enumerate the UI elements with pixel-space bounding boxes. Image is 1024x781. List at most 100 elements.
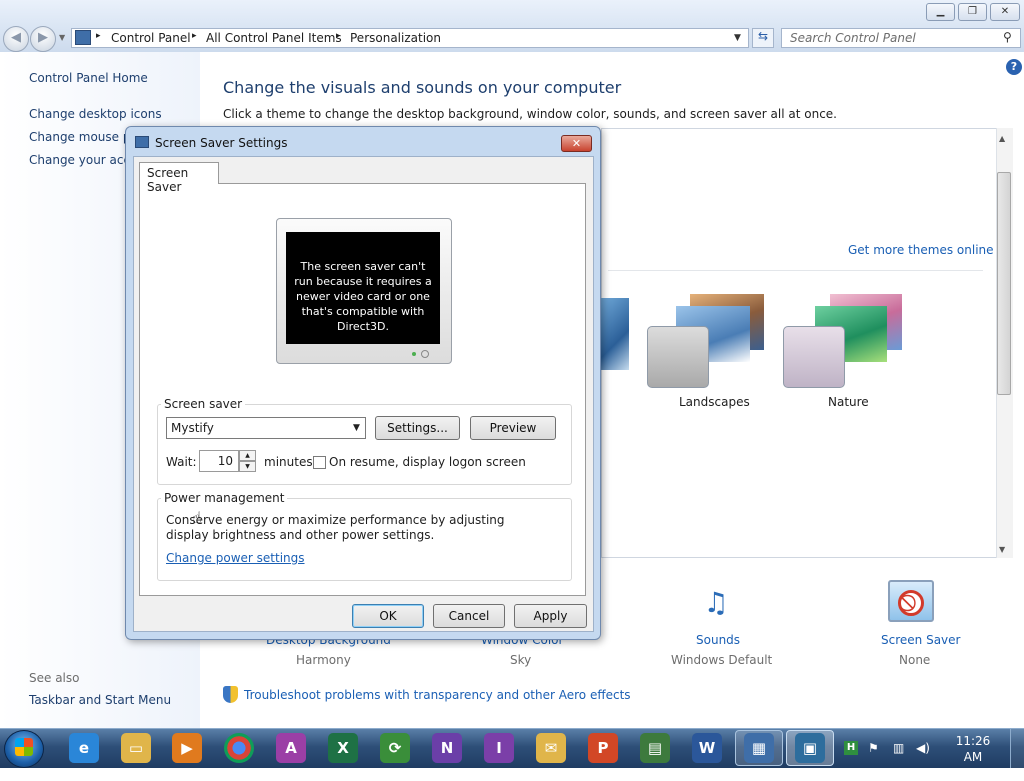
volume-icon[interactable]: ◀) xyxy=(916,741,930,755)
forward-button[interactable]: ▶ xyxy=(30,26,56,52)
sounds-icon[interactable]: ♫ xyxy=(692,580,740,626)
taskbar-start-menu-link[interactable]: Taskbar and Start Menu xyxy=(29,693,171,707)
chrome-icon[interactable] xyxy=(224,733,254,763)
sounds-link[interactable]: Sounds xyxy=(696,633,740,647)
screen-saver-dialog-icon xyxy=(135,136,149,148)
refresh-icon: ⇆ xyxy=(757,29,769,43)
onenote-icon[interactable]: N xyxy=(432,733,462,763)
preview-screen-message: The screen saver can't run because it re… xyxy=(286,232,440,344)
screen-saver-group-label: Screen saver xyxy=(161,397,246,411)
apply-button[interactable]: Apply xyxy=(514,604,587,628)
recent-pages-icon[interactable]: ▼ xyxy=(59,33,65,42)
window-title-bar xyxy=(0,0,1024,26)
preview-button[interactable]: Preview xyxy=(470,416,556,440)
minimize-button[interactable]: ▁ xyxy=(926,3,955,21)
clock[interactable]: 11:26 AM 4/21/2022 xyxy=(946,733,1008,781)
breadcrumb-all-items[interactable]: All Control Panel Items xyxy=(206,31,342,45)
control-panel-task-icon: ▦ xyxy=(744,733,774,763)
wait-label: Wait: xyxy=(166,455,197,469)
theme-landscapes-label: Landscapes xyxy=(679,395,750,409)
control-panel-home-link[interactable]: Control Panel Home xyxy=(29,71,148,85)
forward-arrow-icon: ▶ xyxy=(38,30,48,45)
troubleshoot-aero-link[interactable]: Troubleshoot problems with transparency … xyxy=(244,688,631,702)
chevron-down-icon[interactable]: ▼ xyxy=(353,423,360,433)
sync-icon[interactable]: ⟳ xyxy=(380,733,410,763)
close-icon: ✕ xyxy=(1000,6,1010,17)
desktop-background-value: Harmony xyxy=(296,653,351,667)
breadcrumb-personalization[interactable]: Personalization xyxy=(350,31,441,45)
dialog-close-button[interactable]: ✕ xyxy=(561,135,592,152)
search-icon[interactable]: ⚲ xyxy=(1003,30,1012,44)
close-window-button[interactable]: ✕ xyxy=(990,3,1020,21)
tray-flag-icon[interactable]: ⚑ xyxy=(868,741,879,755)
word-icon[interactable]: W xyxy=(692,733,722,763)
maximize-icon: ❐ xyxy=(968,6,977,17)
scrollbar-thumb[interactable] xyxy=(997,172,1011,395)
spin-up-button[interactable]: ▲ xyxy=(239,450,256,461)
breadcrumb-control-panel[interactable]: Control Panel xyxy=(111,31,191,45)
wait-minutes-value: 10 xyxy=(217,454,233,468)
get-more-themes-link[interactable]: Get more themes online xyxy=(848,243,994,257)
breadcrumb-separator: ▸ xyxy=(96,31,101,41)
access-icon[interactable]: A xyxy=(276,733,306,763)
wait-minutes-input[interactable]: 10 xyxy=(199,450,239,472)
show-desktop-button[interactable] xyxy=(1010,729,1024,768)
power-management-text: Conserve energy or maximize performance … xyxy=(166,513,505,542)
clock-date: 4/21/2022 xyxy=(946,766,1008,780)
outlook-icon[interactable]: ✉ xyxy=(536,733,566,763)
excel-icon[interactable]: X xyxy=(328,733,358,763)
power-button-icon xyxy=(421,350,429,358)
theme-landscapes[interactable] xyxy=(647,326,709,388)
change-mouse-pointers-link[interactable]: Change mouse po xyxy=(29,130,138,144)
screen-saver-value: None xyxy=(899,653,931,667)
help-icon[interactable]: ? xyxy=(1006,59,1022,75)
dialog-title: Screen Saver Settings xyxy=(155,136,288,150)
change-account-picture-link[interactable]: Change your acco xyxy=(29,153,137,167)
no-screen-saver-icon: ⃠ xyxy=(898,590,924,616)
window-color-value: Sky xyxy=(510,653,532,667)
maximize-button[interactable]: ❐ xyxy=(958,3,987,21)
breadcrumb-separator: ▸ xyxy=(192,31,197,41)
page-subtitle: Click a theme to change the desktop back… xyxy=(223,107,837,121)
minutes-label: minutes xyxy=(264,455,313,469)
screen-saver-link[interactable]: Screen Saver xyxy=(881,633,960,647)
ok-button[interactable]: OK xyxy=(352,604,424,628)
minimize-icon: ▁ xyxy=(936,6,945,17)
infopath-icon[interactable]: I xyxy=(484,733,514,763)
powerpoint-icon[interactable]: P xyxy=(588,733,618,763)
search-input[interactable]: Search Control Panel xyxy=(781,28,1021,48)
theme-group-divider xyxy=(608,270,983,271)
breadcrumb-separator: ▸ xyxy=(336,31,341,41)
cancel-button[interactable]: Cancel xyxy=(433,604,505,628)
scroll-up-icon[interactable]: ▲ xyxy=(999,134,1005,143)
windows-logo-icon xyxy=(15,738,33,756)
refresh-button[interactable]: ⇆ xyxy=(752,28,774,48)
tab-screen-saver[interactable]: Screen Saver xyxy=(139,162,219,194)
publisher-icon[interactable]: ▤ xyxy=(640,733,670,763)
internet-explorer-icon[interactable]: e xyxy=(69,733,99,763)
spin-down-button[interactable]: ▼ xyxy=(239,461,256,472)
theme-thumbnail-partial[interactable] xyxy=(601,298,629,370)
settings-button[interactable]: Settings... xyxy=(375,416,460,440)
mouse-cursor-icon: ☝ xyxy=(192,508,202,527)
logon-screen-checkbox[interactable] xyxy=(313,456,326,469)
tray-app-icon[interactable]: H xyxy=(844,741,858,755)
close-icon: ✕ xyxy=(571,137,582,150)
media-player-icon[interactable]: ▶ xyxy=(172,733,202,763)
see-also-heading: See also xyxy=(29,671,80,685)
control-panel-icon xyxy=(75,30,91,45)
back-arrow-icon: ◀ xyxy=(11,30,21,45)
change-desktop-icons-link[interactable]: Change desktop icons xyxy=(29,107,162,121)
screen-saver-select[interactable]: Mystify xyxy=(166,417,366,439)
back-button[interactable]: ◀ xyxy=(3,26,29,52)
network-icon[interactable]: ▥ xyxy=(893,741,904,755)
power-management-group-label: Power management xyxy=(161,491,288,505)
theme-nature[interactable] xyxy=(783,326,845,388)
scroll-down-icon[interactable]: ▼ xyxy=(999,545,1005,554)
clock-time: 11:26 AM xyxy=(955,734,991,764)
windows-explorer-icon[interactable]: ▭ xyxy=(121,733,151,763)
logon-screen-label[interactable]: On resume, display logon screen xyxy=(329,455,526,469)
theme-nature-label: Nature xyxy=(828,395,869,409)
change-power-settings-link[interactable]: Change power settings xyxy=(166,551,305,565)
address-dropdown-icon[interactable]: ▼ xyxy=(734,33,741,43)
